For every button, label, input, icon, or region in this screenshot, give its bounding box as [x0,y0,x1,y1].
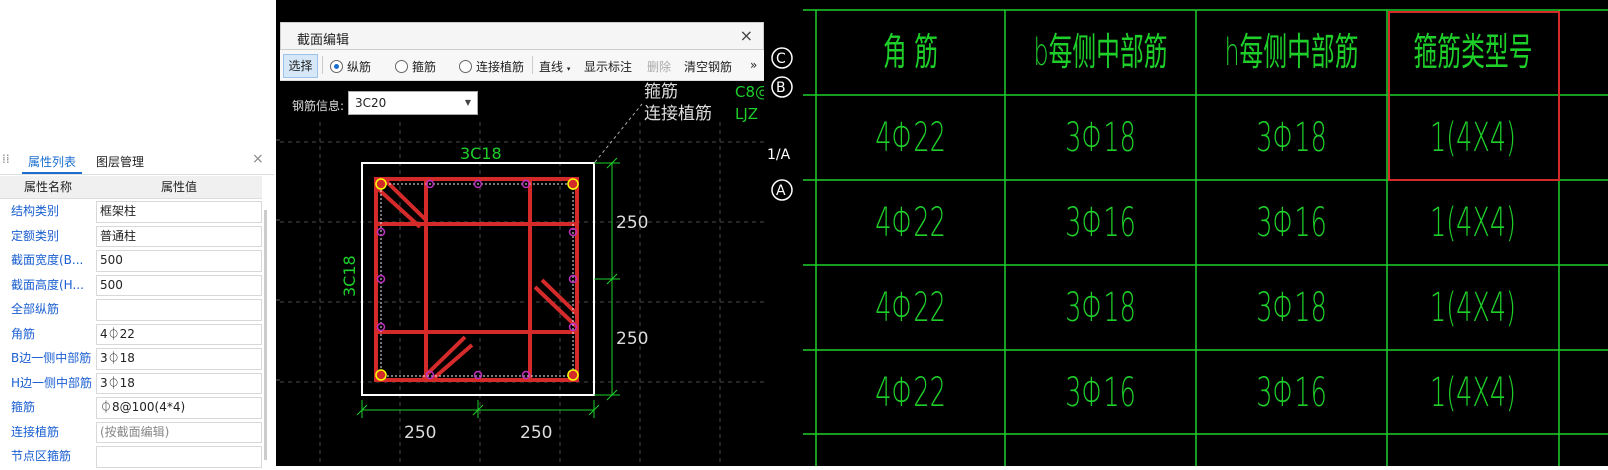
property-name: 截面高度(H... [11,277,84,292]
dim-right-2: 250 [616,329,648,349]
header-cell: h每侧中部筋 [1224,31,1358,74]
property-value-field[interactable]: ⏀8@100(4*4) [96,397,262,419]
property-name: 角筋 [11,326,36,341]
table-cell: 1(4X4) [1430,199,1516,246]
side-rebar-label: 3C18 [340,255,359,297]
header-cell: 箍筋类型号 [1414,31,1533,74]
property-row[interactable]: 节点区箍筋 [0,444,262,469]
code-anchor: LJZ [735,105,758,123]
table-cell: 4Φ22 [875,114,946,161]
property-value-field[interactable]: (按截面编辑) [96,421,262,443]
bottom-dimension [356,400,600,418]
leader-line [594,103,643,163]
axis-c: C [776,51,786,67]
property-name: B边一侧中部筋 [11,351,92,365]
table-cell: 3Φ18 [1256,114,1327,161]
cad-table-area[interactable]: 角 筋 b每侧中部筋 h每侧中部筋 箍筋类型号 4Φ22 3Φ18 3Φ18 1(4X4) 4Φ… [803,0,1608,466]
stirrups [374,177,579,382]
property-row[interactable]: 截面宽度(B... 500 [0,248,262,273]
table-cell: 1(4X4) [1430,114,1516,161]
panel-blank-area [0,0,274,140]
property-name: 节点区箍筋 [11,449,72,463]
property-row[interactable]: 结构类别 框架柱 [0,199,262,224]
axis-1a: 1/A [767,147,791,163]
property-panel: ⁞⁞ 属性列表 图层管理 × 属性名称 属性值 结构类别 框架柱 定额类别 普通柱 截面… [0,0,277,469]
property-name: 连接植筋 [11,424,60,439]
column-outline [361,162,595,396]
panel-tabs: ⁞⁞ 属性列表 图层管理 × [0,148,274,175]
property-value-field[interactable]: 框架柱 [96,201,262,223]
property-value-field[interactable] [96,299,262,321]
property-table: 属性名称 属性值 结构类别 框架柱 定额类别 普通柱 截面宽度(B... 500 截面高度(… [0,176,262,469]
property-name: H边一侧中部筋 [11,375,93,390]
table-cell: 4Φ22 [875,199,946,246]
active-tab-indicator [22,172,82,174]
axis-markers: C B 1/A A [767,47,793,201]
header-value: 属性值 [160,180,197,194]
property-value-field[interactable]: 3⏀18 [96,372,262,394]
header-cell: b每侧中部筋 [1033,31,1167,74]
table-cell: 1(4X4) [1430,369,1516,416]
property-name: 全部纵筋 [11,302,60,316]
property-row[interactable]: 角筋 4⏀22 [0,322,262,347]
property-name: 结构类别 [11,204,60,218]
property-value-field[interactable]: 3⏀18 [96,348,262,370]
drag-handle-icon[interactable]: ⁞⁞ [2,152,10,166]
table-header: 属性名称 属性值 [0,176,262,199]
table-cell: 3Φ16 [1256,199,1327,246]
property-name: 截面宽度(B... [11,253,84,267]
property-row[interactable]: 连接植筋 (按截面编辑) [0,420,262,445]
property-row[interactable]: 全部纵筋 [0,297,262,322]
section-edit-dialog: 截面编辑 × 选择 纵筋 箍筋 连接植筋 直线 ▾ 显示标注 删除 清空钢筋 »… [280,22,764,466]
table-cell: 3Φ16 [1065,199,1136,246]
tab-layer-manage[interactable]: 图层管理 [96,153,144,170]
property-value-field[interactable]: 500 [96,250,262,272]
property-value-field[interactable]: 普通柱 [96,225,262,247]
table-cell: 4Φ22 [875,284,946,331]
property-row[interactable]: 箍筋 ⏀8@100(4*4) [0,395,262,420]
property-row[interactable]: 截面高度(H... 500 [0,273,262,298]
axis-b: B [776,80,786,96]
table-cell: 4Φ22 [875,369,946,416]
table-cell: 3Φ18 [1065,114,1136,161]
property-row[interactable]: 定额类别 普通柱 [0,224,262,249]
property-name: 箍筋 [11,400,36,414]
axis-a: A [776,183,786,199]
table-cell: 1(4X4) [1430,284,1516,331]
legend-stirrup: 箍筋 [644,82,678,102]
property-name: 定额类别 [11,228,60,243]
property-row[interactable]: B边一侧中部筋 3⏀18 [0,346,262,371]
table-cell: 3Φ16 [1256,369,1327,416]
right-dimension [594,157,620,401]
property-row[interactable]: H边一侧中部筋 3⏀18 [0,371,262,396]
header-name: 属性名称 [23,180,72,194]
rebars [375,178,579,381]
table-cell: 3Φ18 [1256,284,1327,331]
dim-bottom-1: 250 [404,423,436,443]
property-value-field[interactable]: 4⏀22 [96,323,262,345]
property-value-field[interactable]: 500 [96,274,262,296]
legend-anchor: 连接植筋 [644,104,712,124]
dim-right-1: 250 [616,213,648,233]
table-cell: 3Φ16 [1065,369,1136,416]
rebar-schedule-table: 角 筋 b每侧中部筋 h每侧中部筋 箍筋类型号 4Φ22 3Φ18 3Φ18 1(4X4) 4Φ… [803,9,1608,466]
table-cell: 3Φ18 [1065,284,1136,331]
code-stirrup: C8@ [735,83,764,101]
property-value-field[interactable] [96,446,262,468]
header-cell: 角 筋 [883,31,938,74]
property-rows: 结构类别 框架柱定额类别 普通柱 截面宽度(B... 500 截面高度(H... 500 全部… [0,199,262,469]
tab-property-list[interactable]: 属性列表 [28,153,76,170]
dim-bottom-2: 250 [520,423,552,443]
top-rebar-label: 3C18 [460,144,502,163]
section-drawing[interactable]: 箍筋 连接植筋 C8@ LJZ [280,22,764,466]
close-icon[interactable]: × [252,151,264,167]
scrollbar[interactable] [264,210,267,460]
